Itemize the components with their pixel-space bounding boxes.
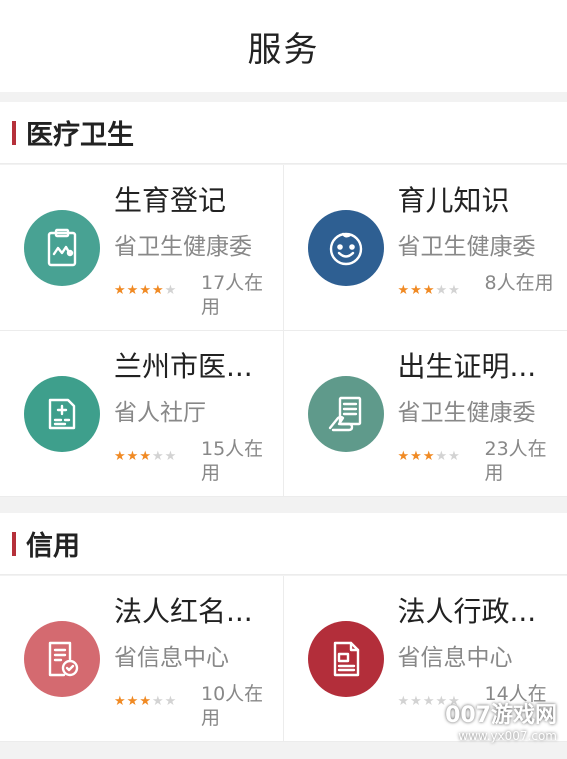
hand-document-icon	[307, 376, 384, 452]
baby-face-icon	[307, 210, 384, 286]
service-card-parenting-knowledge[interactable]: 育儿知识 省卫生健康委 ★★★★★ 8人在用	[284, 165, 567, 331]
document-list-icon	[307, 621, 384, 697]
rating-stars: ★★★★★	[114, 449, 178, 464]
service-org: 省信息中心	[114, 645, 229, 671]
watermark: 007游戏网 www.yx007.com	[445, 697, 557, 743]
service-row: 兰州市医... 省人社厅 ★★★★★ 15人在用 出生证明... 省卫生健康委 …	[0, 331, 567, 497]
service-card-birth-registration[interactable]: 生育登记 省卫生健康委 ★★★★★ 17人在用	[0, 165, 284, 331]
service-name: 育儿知识	[397, 184, 510, 217]
service-name: 生育登记	[114, 184, 227, 217]
service-row: 生育登记 省卫生健康委 ★★★★★ 17人在用 育儿知识 省卫生健康委 ★★★★…	[0, 165, 567, 331]
usage-count: 8人在用	[484, 272, 554, 294]
service-org: 省卫生健康委	[397, 400, 536, 426]
service-name: 兰州市医...	[114, 350, 253, 383]
watermark-main: 007游戏网	[445, 703, 557, 728]
usage-count: 15人在用	[201, 438, 264, 484]
rating-stars: ★★★★★	[397, 449, 461, 464]
service-org: 省卫生健康委	[397, 234, 536, 260]
clipboard-icon	[24, 210, 100, 286]
usage-count: 17人在用	[201, 272, 264, 318]
service-card-lanzhou-medical[interactable]: 兰州市医... 省人社厅 ★★★★★ 15人在用	[0, 331, 284, 497]
section-header-credit: 信用	[0, 513, 567, 575]
section-title-credit: 信用	[26, 531, 80, 562]
service-org: 省卫生健康委	[114, 234, 252, 260]
service-card-birth-certificate[interactable]: 出生证明... 省卫生健康委 ★★★★★ 23人在用	[284, 331, 567, 497]
usage-count: 23人在用	[484, 438, 547, 484]
page-title: 服务	[247, 29, 320, 70]
rating-stars: ★★★★★	[114, 694, 178, 709]
section-accent-bar	[12, 120, 16, 145]
section-accent-bar	[12, 531, 16, 556]
watermark-url: www.yx007.com	[458, 729, 557, 743]
service-card-legal-red-list[interactable]: 法人红名... 省信息中心 ★★★★★ 10人在用	[0, 576, 284, 742]
service-name: 法人行政...	[397, 595, 537, 628]
service-name: 出生证明...	[397, 350, 537, 383]
rating-stars: ★★★★★	[114, 283, 178, 298]
usage-count: 10人在用	[201, 683, 264, 729]
section-header-medical: 医疗卫生	[0, 102, 567, 164]
rating-stars: ★★★★★	[397, 283, 461, 298]
document-check-icon	[24, 621, 100, 697]
top-header: 服务	[0, 0, 567, 92]
service-org: 省信息中心	[397, 645, 513, 671]
medical-document-icon	[24, 376, 100, 452]
service-name: 法人红名...	[114, 595, 253, 628]
service-grid-medical: 生育登记 省卫生健康委 ★★★★★ 17人在用 育儿知识 省卫生健康委 ★★★★…	[0, 165, 567, 497]
service-org: 省人社厅	[114, 400, 206, 426]
section-title-medical: 医疗卫生	[26, 120, 134, 151]
